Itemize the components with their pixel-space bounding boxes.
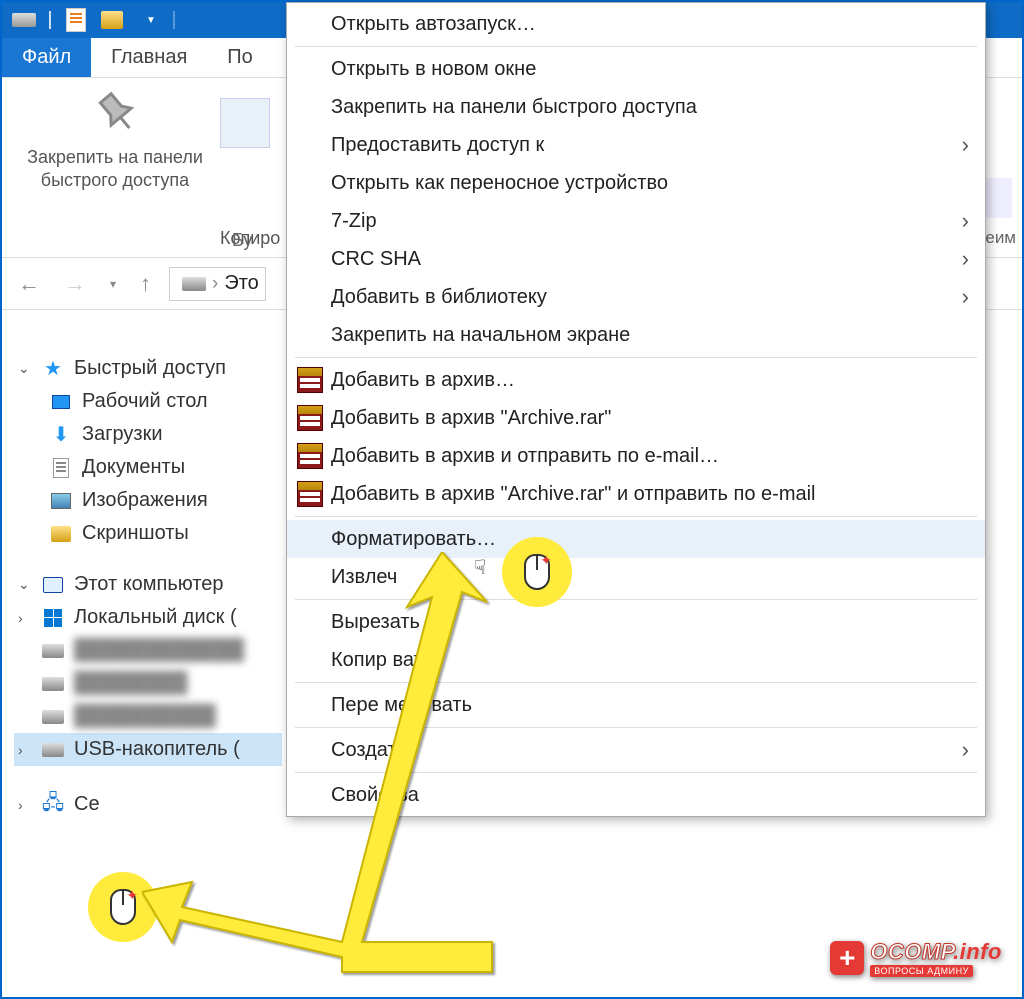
watermark-brand: OCOMP.info bbox=[870, 939, 1002, 965]
watermark-subtitle: ВОПРОСЫ АДМИНУ bbox=[870, 965, 973, 977]
tree-desktop[interactable]: Рабочий стол bbox=[14, 385, 282, 418]
ctx-separator bbox=[295, 516, 977, 517]
ribbon-group-clipboard: Бу bbox=[232, 230, 252, 251]
ctx-add-archive[interactable]: Добавить в архив… bbox=[287, 361, 985, 399]
ctx-new-window[interactable]: Открыть в новом окне bbox=[287, 50, 985, 88]
breadcrumb-this-pc[interactable]: Это bbox=[224, 272, 258, 295]
ctx-pin-quick-access[interactable]: Закрепить на панели быстрого доступа bbox=[287, 88, 985, 126]
tree-screenshots[interactable]: Скриншоты bbox=[14, 517, 282, 550]
ctx-grant-access[interactable]: Предоставить доступ к› bbox=[287, 126, 985, 164]
chevron-right-icon: › bbox=[962, 737, 969, 763]
ctx-separator bbox=[295, 357, 977, 358]
chevron-right-icon: › bbox=[962, 208, 969, 234]
ctx-separator bbox=[295, 727, 977, 728]
tree-downloads[interactable]: ⬇Загрузки bbox=[14, 418, 282, 451]
winrar-icon bbox=[297, 405, 323, 431]
ctx-7zip[interactable]: 7-Zip› bbox=[287, 202, 985, 240]
forward-button[interactable]: → bbox=[58, 267, 92, 301]
tree-blurred-drive-1[interactable]: ████████████ bbox=[14, 634, 282, 667]
ctx-add-archive-email[interactable]: Добавить в архив и отправить по e-mail… bbox=[287, 437, 985, 475]
ribbon-copy-icon[interactable] bbox=[220, 98, 270, 148]
ctx-rename[interactable]: Пере меновать bbox=[287, 686, 985, 724]
winrar-icon bbox=[297, 367, 323, 393]
tree-blurred-drive-3[interactable]: ██████████ bbox=[14, 700, 282, 733]
ctx-separator bbox=[295, 772, 977, 773]
mouse-icon: ✦ bbox=[524, 554, 550, 590]
chevron-right-icon: › bbox=[962, 132, 969, 158]
chevron-right-icon: › bbox=[962, 246, 969, 272]
annotation-highlight-format: ✦ ☟ bbox=[502, 537, 572, 607]
tree-blurred-drive-2[interactable]: ████████ bbox=[14, 667, 282, 700]
annotation-highlight-usb: ✦ bbox=[88, 872, 158, 942]
ctx-add-library[interactable]: Добавить в библиотеку› bbox=[287, 278, 985, 316]
ctx-separator bbox=[295, 46, 977, 47]
ctx-pin-start[interactable]: Закрепить на начальном экране bbox=[287, 316, 985, 354]
back-button[interactable]: ← bbox=[12, 267, 46, 301]
ctx-cut[interactable]: Вырезать bbox=[287, 603, 985, 641]
tab-share-partial[interactable]: По bbox=[207, 38, 273, 77]
ctx-eject[interactable]: Извлеч bbox=[287, 558, 985, 596]
explorer-window: | ▼ | Файл Главная По Закрепить на панел… bbox=[0, 0, 1024, 999]
drive-icon bbox=[182, 277, 206, 291]
tree-pictures[interactable]: Изображения bbox=[14, 484, 282, 517]
ctx-separator bbox=[295, 599, 977, 600]
tab-file[interactable]: Файл bbox=[2, 38, 91, 77]
ctx-autorun[interactable]: Открыть автозапуск… bbox=[287, 5, 985, 43]
winrar-icon bbox=[297, 481, 323, 507]
tree-documents[interactable]: Документы bbox=[14, 451, 282, 484]
drive-icon bbox=[10, 6, 38, 34]
tree-network[interactable]: ›🖧Се bbox=[14, 788, 282, 821]
ctx-add-archive-rar[interactable]: Добавить в архив "Archive.rar" bbox=[287, 399, 985, 437]
recent-dropdown[interactable]: ▾ bbox=[104, 273, 122, 295]
ribbon-pin-group[interactable]: Закрепить на панелибыстрого доступа bbox=[10, 90, 220, 193]
context-menu: Открыть автозапуск… Открыть в новом окне… bbox=[286, 2, 986, 817]
qat-separator: | bbox=[170, 6, 178, 34]
watermark-plus-icon: + bbox=[830, 941, 864, 975]
folder-icon[interactable] bbox=[98, 6, 126, 34]
qat-dropdown-icon[interactable]: ▼ bbox=[134, 6, 162, 34]
ctx-create[interactable]: Создать› bbox=[287, 731, 985, 769]
ctx-portable-device[interactable]: Открыть как переносное устройство bbox=[287, 164, 985, 202]
pin-icon bbox=[91, 90, 139, 138]
ctx-separator bbox=[295, 682, 977, 683]
ctx-copy[interactable]: Копир вать bbox=[287, 641, 985, 679]
mouse-icon: ✦ bbox=[110, 889, 136, 925]
ctx-crc-sha[interactable]: CRC SHA› bbox=[287, 240, 985, 278]
tree-this-pc[interactable]: ⌄Этот компьютер bbox=[14, 568, 282, 601]
tree-quick-access[interactable]: ⌄★Быстрый доступ bbox=[14, 352, 282, 385]
ctx-add-archive-rar-email[interactable]: Добавить в архив "Archive.rar" и отправи… bbox=[287, 475, 985, 513]
ctx-properties[interactable]: Свойства bbox=[287, 776, 985, 814]
tree-local-disk[interactable]: ›Локальный диск ( bbox=[14, 601, 282, 634]
winrar-icon bbox=[297, 443, 323, 469]
qat-separator: | bbox=[46, 6, 54, 34]
ctx-format[interactable]: Форматировать… bbox=[287, 520, 985, 558]
up-button[interactable]: ↑ bbox=[134, 267, 157, 301]
ribbon-pin-label: Закрепить на панелибыстрого доступа bbox=[27, 146, 203, 193]
watermark: + OCOMP.info ВОПРОСЫ АДМИНУ bbox=[830, 939, 1002, 977]
tree-usb-drive[interactable]: ›USB-накопитель ( bbox=[14, 733, 282, 766]
tab-main[interactable]: Главная bbox=[91, 38, 207, 77]
chevron-right-icon: › bbox=[962, 284, 969, 310]
address-bar[interactable]: › Это bbox=[169, 267, 266, 301]
document-icon[interactable] bbox=[62, 6, 90, 34]
